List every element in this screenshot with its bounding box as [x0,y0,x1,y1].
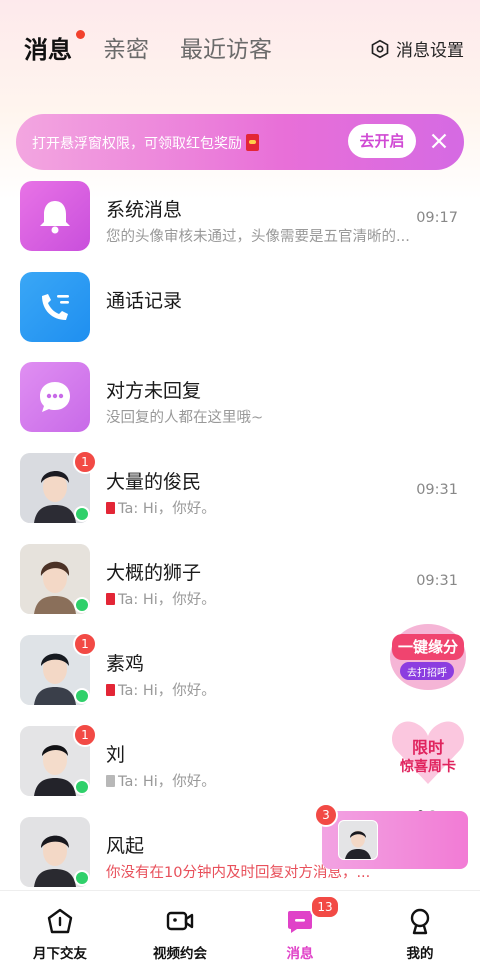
nav-home[interactable]: 月下交友 [0,891,120,964]
one-click-match-button[interactable]: 一键缘分 去打招呼 [388,620,468,694]
online-indicator [74,688,90,704]
gray-packet-icon [106,775,115,787]
row-prefix: Ta: [118,683,139,699]
online-indicator [74,506,90,522]
row-prefix: Ta: [118,774,139,790]
nav-video[interactable]: 视频约会 [120,891,240,964]
row-subtitle: Hi，你好。 [142,774,216,790]
row-subtitle: Hi，你好。 [142,592,216,608]
nav-messages[interactable]: 13 消息 [240,891,360,964]
list-item-system[interactable]: 系统消息 您的头像审核未通过，头像需要是五官清晰的... 09:17 [0,181,480,271]
profile-icon [410,908,430,935]
call-badge: 3 [314,803,338,827]
avatar [338,820,378,860]
row-name: 风起 [106,835,145,857]
chat-bubble-icon [20,362,90,432]
row-time: 09:17 [416,210,458,226]
row-name: 对方未回复 [106,380,202,402]
message-settings-button[interactable]: 消息设置 [370,36,464,61]
nav-label: 月下交友 [33,946,87,962]
online-indicator [74,870,90,886]
promo1-sub: 去打招呼 [407,668,447,679]
row-name: 素鸡 [106,653,145,675]
red-packet-icon [106,502,115,514]
settings-label: 消息设置 [396,41,464,61]
video-icon [166,911,194,931]
list-item-call-log[interactable]: 通话记录 [0,272,480,362]
float-permission-banner: 打开悬浮窗权限，可领取红包奖励 去开启 [16,114,464,170]
row-prefix: Ta: [118,501,139,517]
row-subtitle: Hi，你好。 [142,683,216,699]
promo2-line1: 限时 [411,738,444,757]
row-name: 通话记录 [106,290,183,312]
header: 消息 亲密 最近访客 消息设置 [0,0,480,100]
floating-call-popup[interactable]: 3 [314,803,468,869]
row-time: 09:31 [416,573,458,589]
nav-label: 我的 [406,946,434,962]
row-subtitle: 您的头像审核未通过，头像需要是五官清晰的... [106,229,410,245]
unread-dot [76,30,85,39]
row-name: 大概的狮子 [106,562,202,584]
bell-icon [20,181,90,251]
online-indicator [74,597,90,613]
nav-profile[interactable]: 我的 [360,891,480,964]
row-name: 大量的俊民 [106,471,202,493]
row-subtitle-wrap: Ta: Hi，你好。 [106,497,216,518]
list-item-no-reply[interactable]: 对方未回复 没回复的人都在这里哦~ [0,362,480,452]
row-name: 刘 [106,744,126,766]
row-subtitle-wrap: Ta: Hi，你好。 [106,770,216,791]
close-icon[interactable] [426,128,452,154]
red-packet-icon [246,134,259,151]
row-prefix: Ta: [118,592,139,608]
tab-messages[interactable]: 消息 [24,30,72,65]
row-name: 系统消息 [106,199,183,221]
nav-label: 消息 [286,946,314,962]
row-subtitle: 没回复的人都在这里哦~ [106,410,264,426]
row-subtitle: Hi，你好。 [142,501,216,517]
unread-badge: 1 [73,632,97,656]
settings-hex-icon [371,39,389,58]
home-icon [47,908,73,934]
banner-open-button[interactable]: 去开启 [348,124,416,158]
unread-badge: 1 [73,723,97,747]
promo2-line2: 惊喜周卡 [400,759,456,775]
tab-recent-visitors[interactable]: 最近访客 [180,30,272,64]
promo1-title: 一键缘分 [397,638,458,656]
red-packet-icon [106,593,115,605]
banner-text-wrap: 打开悬浮窗权限，可领取红包奖励 [32,133,259,153]
nav-badge: 13 [310,895,340,919]
row-time: 09:31 [416,482,458,498]
unread-badge: 1 [73,450,97,474]
phone-list-icon [20,272,90,342]
banner-text: 打开悬浮窗权限，可领取红包奖励 [32,136,242,152]
weekly-card-promo[interactable]: 限时 惊喜周卡 [388,712,468,788]
online-indicator [74,779,90,795]
list-item-chat[interactable]: 1 大量的俊民 Ta: Hi，你好。 09:31 [0,450,480,543]
row-subtitle-wrap: Ta: Hi，你好。 [106,588,216,609]
nav-label: 视频约会 [153,946,207,962]
bottom-nav: 月下交友 视频约会 13 消息 我的 [0,890,480,964]
row-subtitle-wrap: Ta: Hi，你好。 [106,679,216,700]
tab-intimate[interactable]: 亲密 [103,30,149,64]
red-packet-icon [106,684,115,696]
